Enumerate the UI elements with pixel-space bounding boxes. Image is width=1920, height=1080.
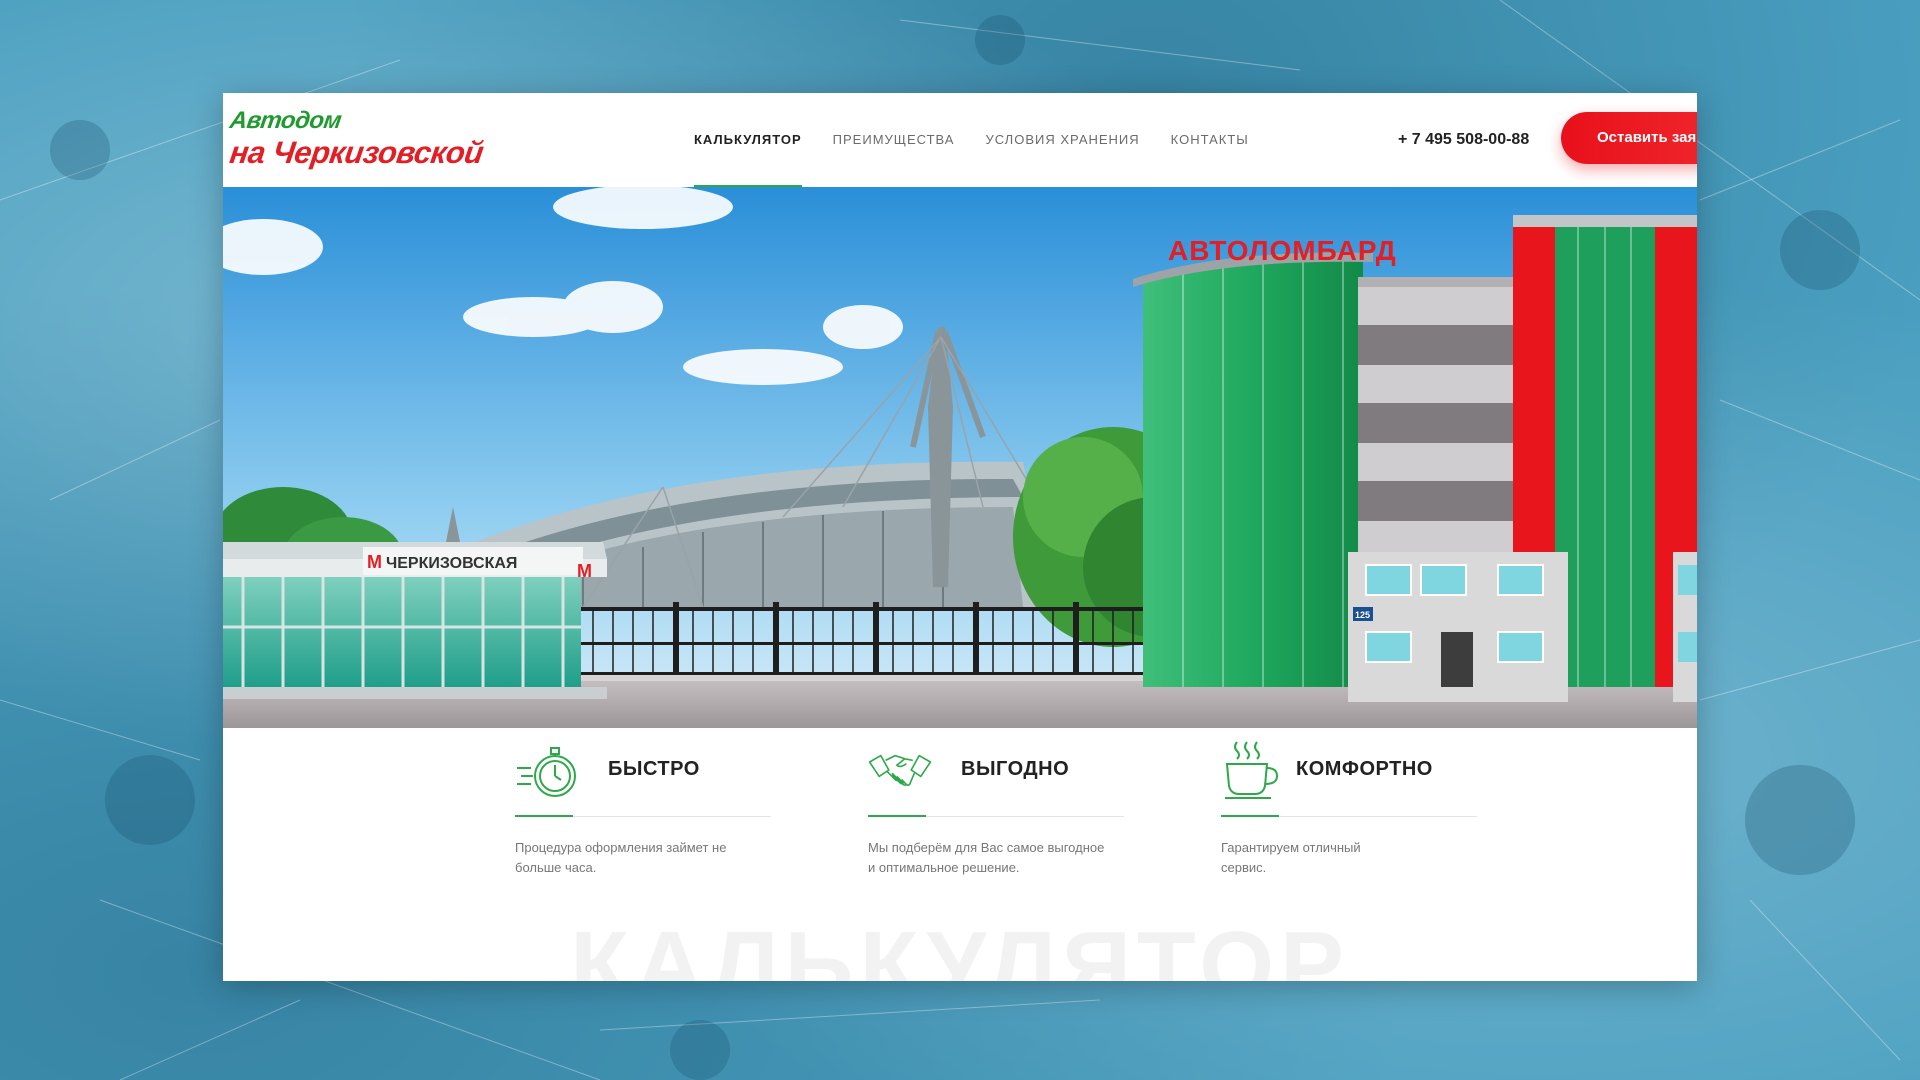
metro-station-building: М ЧЕРКИЗОВСКАЯ М	[223, 542, 607, 699]
stopwatch-icon	[517, 747, 576, 797]
nav-item-calculator[interactable]: КАЛЬКУЛЯТОР	[694, 93, 802, 187]
feature-text-comfortable: Гарантируем отличный сервис.	[1221, 840, 1361, 875]
metro-logo-left: М	[367, 552, 382, 572]
website-page: Автодом на Черкизовской КАЛЬКУЛЯТОР ПРЕИ…	[223, 93, 1697, 981]
site-header: Автодом на Черкизовской КАЛЬКУЛЯТОР ПРЕИ…	[223, 93, 1697, 187]
station-name-sign: ЧЕРКИЗОВСКАЯ	[386, 555, 517, 572]
calculator-section-ghost-title: КАЛЬКУЛЯТОР	[570, 912, 1350, 981]
feature-title-fast: БЫСТРО	[608, 758, 700, 780]
nav-item-advantages[interactable]: ПРЕИМУЩЕСТВА	[833, 93, 955, 187]
autopawn-sign: АВТОЛОМБАРД	[1168, 235, 1397, 266]
hero-banner: М ЧЕРКИЗОВСКАЯ М АВТОЛОМБАРД 125	[223, 187, 1697, 728]
hero-illustration: М ЧЕРКИЗОВСКАЯ М АВТОЛОМБАРД 125	[223, 187, 1697, 728]
divider-accent	[1221, 815, 1279, 817]
autopawn-building: АВТОЛОМБАРД 125	[1133, 215, 1697, 702]
divider-accent	[868, 815, 926, 817]
logo-line-1: Автодом	[228, 107, 343, 134]
feature-title-profitable: ВЫГОДНО	[961, 758, 1070, 780]
handshake-icon	[868, 754, 932, 786]
logo[interactable]: Автодом на Черкизовской	[228, 107, 486, 177]
nav-item-storage-conditions[interactable]: УСЛОВИЯ ХРАНЕНИЯ	[985, 93, 1139, 187]
logo-line-2: на Черкизовской	[227, 135, 486, 170]
metro-logo-right: М	[577, 561, 592, 581]
main-nav: КАЛЬКУЛЯТОР ПРЕИМУЩЕСТВА УСЛОВИЯ ХРАНЕНИ…	[694, 93, 1280, 187]
coffee-cup-icon	[1225, 741, 1279, 799]
divider-accent	[515, 815, 573, 817]
nav-item-contacts[interactable]: КОНТАКТЫ	[1171, 93, 1249, 187]
phone-number[interactable]: + 7 495 508-00-88	[1398, 93, 1529, 187]
feature-text-profitable: Мы подберём для Вас самое выгодное и опт…	[868, 840, 1105, 875]
house-number-plate: 125	[1355, 610, 1370, 620]
feature-text-fast: Процедура оформления займет не больше ча…	[515, 840, 727, 875]
feature-title-comfortable: КОМФОРТНО	[1296, 758, 1433, 780]
leave-request-button[interactable]: Оставить заявку	[1561, 112, 1697, 164]
